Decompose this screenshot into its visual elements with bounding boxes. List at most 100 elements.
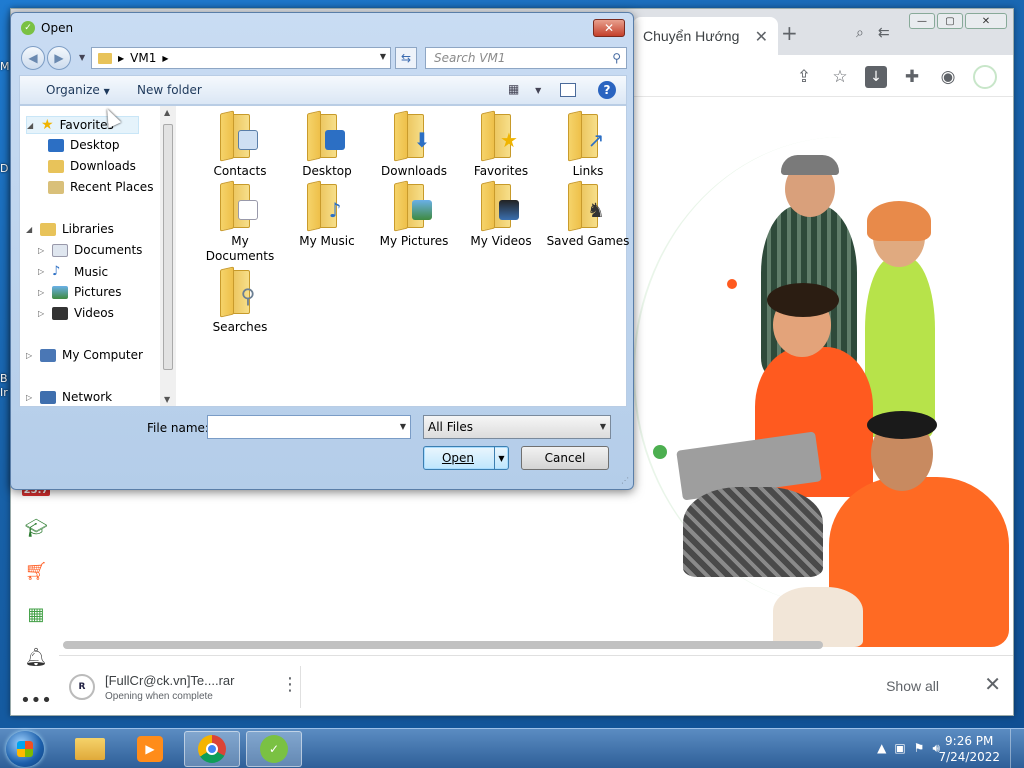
expand-icon[interactable]: ▷: [26, 393, 34, 402]
nav-item-network[interactable]: ▷ Network: [26, 390, 112, 404]
minimize-icon[interactable]: —: [909, 13, 935, 29]
chevron-right-icon[interactable]: ▶: [162, 54, 168, 63]
more-icon[interactable]: •••: [20, 690, 52, 711]
open-button[interactable]: Open ▼: [423, 446, 509, 470]
forward-button[interactable]: ▶: [47, 46, 71, 70]
nav-item-my-computer[interactable]: ▷ My Computer: [26, 348, 143, 362]
nav-item-documents[interactable]: ▷ Documents: [38, 243, 142, 257]
download-icon[interactable]: ↓: [865, 66, 887, 88]
show-hidden-icons-icon[interactable]: ▲: [877, 741, 886, 756]
horizontal-scrollbar[interactable]: [63, 641, 823, 649]
folder-item[interactable]: ⬇ Downloads: [372, 110, 456, 179]
chevron-down-icon[interactable]: ▼: [380, 52, 386, 61]
tab-close-icon[interactable]: ✕: [755, 27, 768, 46]
maximize-icon[interactable]: ▢: [937, 13, 963, 29]
taskbar-coccoc[interactable]: ✓: [246, 731, 302, 767]
change-view-button[interactable]: ▦ ▼: [508, 82, 541, 96]
extensions-icon[interactable]: ✚: [901, 66, 923, 88]
folder-item[interactable]: My Documents: [198, 180, 282, 264]
chevron-down-icon[interactable]: ▼: [400, 422, 406, 431]
resize-grip-icon[interactable]: ⋰: [621, 476, 629, 485]
file-type-select[interactable]: All Files ▼: [423, 415, 611, 439]
scrollbar-thumb[interactable]: [163, 124, 173, 370]
nav-item-videos[interactable]: ▷ Videos: [38, 306, 114, 320]
cart-icon[interactable]: 🛒︎: [25, 561, 48, 582]
nav-item-recent-places[interactable]: Recent Places: [48, 180, 153, 194]
folder-item[interactable]: ♪ My Music: [285, 180, 369, 249]
search-icon[interactable]: ⚲: [612, 51, 621, 65]
refresh-button[interactable]: ⇆: [395, 47, 417, 69]
new-folder-button[interactable]: New folder: [137, 83, 202, 97]
scroll-down-icon[interactable]: ▼: [164, 395, 170, 404]
expand-icon[interactable]: ▷: [38, 309, 46, 318]
nav-item-music[interactable]: ▷ ♪ Music: [38, 264, 108, 279]
folder-item[interactable]: My Videos: [459, 180, 543, 249]
media-player-icon: ▶: [137, 736, 163, 762]
expand-icon[interactable]: ▷: [26, 351, 34, 360]
download-item[interactable]: R [FullCr@ck.vn]Te....rar Opening when c…: [69, 666, 301, 708]
scroll-up-icon[interactable]: ▲: [164, 108, 170, 117]
new-tab-icon[interactable]: +: [781, 21, 798, 45]
search-input[interactable]: Search VM1 ⚲: [425, 47, 627, 69]
close-icon[interactable]: ✕: [965, 13, 1007, 29]
folder-item[interactable]: Contacts: [198, 110, 282, 179]
desktop-icon-label[interactable]: M: [0, 60, 10, 73]
back-arrow-icon[interactable]: ⇇: [878, 25, 890, 41]
nav-label: Network: [62, 390, 113, 404]
network-icon[interactable]: ▣: [894, 741, 905, 756]
folder-item[interactable]: ♞ Saved Games: [546, 180, 630, 249]
star-icon: ★: [41, 117, 54, 133]
profile-icon[interactable]: ◉: [937, 66, 959, 88]
close-button[interactable]: ✕: [593, 19, 625, 37]
expand-icon[interactable]: ▷: [38, 288, 46, 297]
taskbar-chrome[interactable]: [184, 731, 240, 767]
desktop-icon-label[interactable]: B: [0, 372, 8, 385]
tab-search-icon[interactable]: ⌕: [856, 25, 864, 41]
nav-item-pictures[interactable]: ▷ Pictures: [38, 285, 122, 299]
bell-icon[interactable]: 🔔︎: [25, 647, 48, 668]
nav-item-favorites[interactable]: ◢ ★ Favorites: [26, 116, 139, 134]
file-name-input[interactable]: ▼: [207, 415, 411, 439]
address-segment[interactable]: VM1: [130, 51, 156, 65]
back-button[interactable]: ◀: [21, 46, 45, 70]
expand-icon[interactable]: ▷: [38, 246, 46, 255]
preview-pane-icon[interactable]: [560, 83, 576, 97]
folder-item[interactable]: ★ Favorites: [459, 110, 543, 179]
start-button[interactable]: [6, 731, 44, 767]
show-all-button[interactable]: Show all: [886, 678, 939, 694]
folder-item[interactable]: ↗ Links: [546, 110, 630, 179]
recent-locations-dropdown[interactable]: ▼: [79, 53, 85, 62]
close-icon[interactable]: ✕: [984, 672, 1001, 696]
desktop-icon-label[interactable]: D: [0, 162, 8, 175]
nav-label: My Computer: [62, 348, 143, 362]
more-vert-icon[interactable]: ⋮: [281, 674, 299, 695]
graduation-cap-icon[interactable]: 🎓︎: [25, 518, 48, 539]
expand-icon[interactable]: ◢: [27, 121, 35, 130]
open-split-dropdown[interactable]: ▼: [494, 447, 508, 469]
nav-item-downloads[interactable]: Downloads: [48, 159, 136, 173]
address-bar[interactable]: ▶ VM1 ▶ ▼: [91, 47, 391, 69]
action-center-icon[interactable]: ⚑: [914, 741, 925, 756]
folder-item[interactable]: My Pictures: [372, 180, 456, 249]
expand-icon[interactable]: ◢: [26, 225, 34, 234]
clock[interactable]: 9:26 PM 7/24/2022: [938, 733, 1000, 765]
expand-icon[interactable]: ▷: [38, 267, 46, 276]
spreadsheet-icon[interactable]: ▦: [27, 604, 44, 625]
share-icon[interactable]: ⇪: [793, 66, 815, 88]
taskbar-media-player[interactable]: ▶: [122, 731, 178, 767]
folder-item[interactable]: Desktop: [285, 110, 369, 179]
nav-item-desktop[interactable]: Desktop: [48, 138, 120, 152]
cancel-button[interactable]: Cancel: [521, 446, 609, 470]
help-icon[interactable]: ?: [598, 81, 616, 99]
folder-item[interactable]: ⚲ Searches: [198, 266, 282, 335]
desktop-icon-label[interactable]: Ir: [0, 386, 8, 399]
show-desktop-button[interactable]: [1010, 729, 1024, 768]
chevron-right-icon[interactable]: ▶: [118, 54, 124, 63]
nav-item-libraries[interactable]: ◢ Libraries: [26, 222, 114, 236]
bookmark-star-icon[interactable]: ☆: [829, 66, 851, 88]
organize-button[interactable]: Organize ▼: [46, 83, 110, 97]
browser-tab[interactable]: Chuyển Hướng ✕: [633, 17, 778, 55]
taskbar-explorer[interactable]: [62, 731, 118, 767]
vertical-scrollbar[interactable]: ▲ ▼: [160, 106, 176, 406]
folder-icon: ⚲: [220, 266, 260, 318]
